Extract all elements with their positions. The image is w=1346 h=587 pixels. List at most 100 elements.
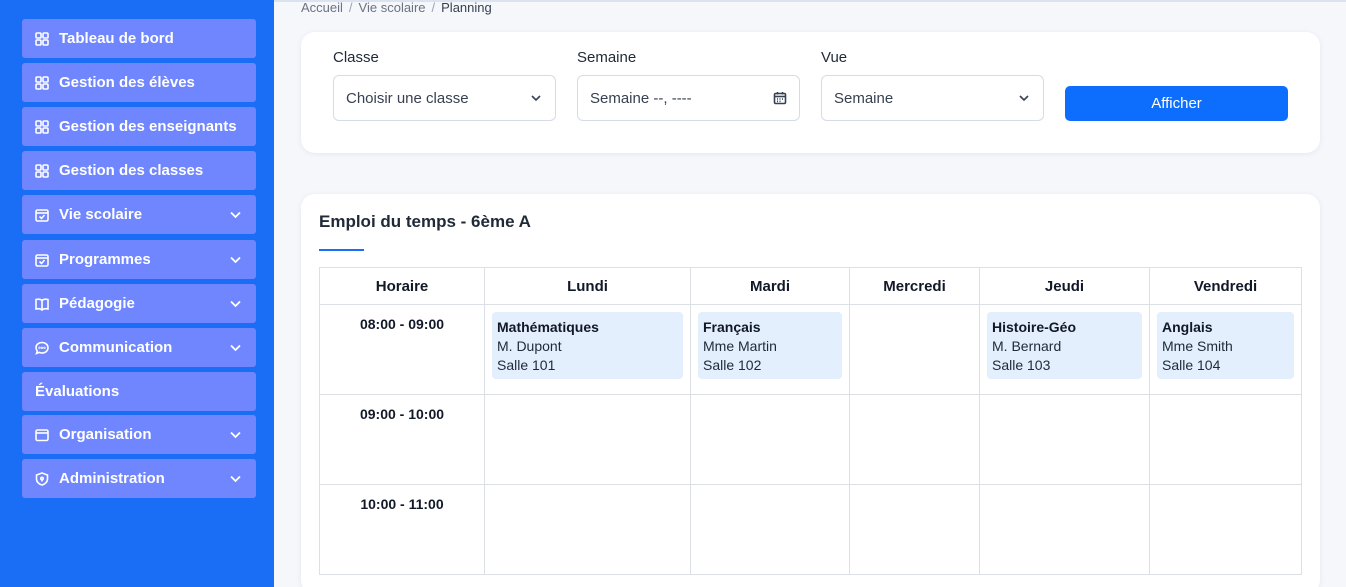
chat-icon (35, 341, 49, 355)
chevron-down-icon (229, 341, 242, 354)
classe-select[interactable]: Choisir une classe (333, 75, 556, 121)
breadcrumb-separator: / (431, 0, 436, 15)
timetable-cell[interactable]: Français Mme Martin Salle 102 (690, 304, 850, 395)
vue-label: Vue (821, 49, 848, 66)
shield-icon (35, 471, 49, 486)
sidebar-item-label: Vie scolaire (59, 206, 143, 223)
timetable-cell-empty[interactable] (484, 394, 691, 485)
timetable-cell[interactable]: Histoire-Géo M. Bernard Salle 103 (979, 304, 1150, 395)
timetable-cell-empty[interactable] (849, 484, 980, 575)
sidebar-item-vie-scolaire[interactable]: Vie scolaire (22, 195, 256, 234)
sidebar-item-programmes[interactable]: Programmes (22, 240, 256, 279)
semaine-input-value: Semaine --, ---- (590, 89, 692, 107)
lesson-room: Salle 104 (1162, 357, 1221, 373)
grid-icon (35, 75, 49, 90)
lesson-teacher: M. Bernard (992, 338, 1062, 354)
table-row: 09:00 - 10:00 (319, 394, 1302, 485)
sidebar-item-tableau-de-bord[interactable]: Tableau de bord (22, 19, 256, 58)
afficher-button[interactable]: Afficher (1065, 86, 1288, 121)
column-header-lundi: Lundi (484, 267, 691, 305)
time-slot: 08:00 - 09:00 (319, 304, 485, 395)
sidebar-item-communication[interactable]: Communication (22, 328, 256, 367)
classe-select-value: Choisir une classe (346, 89, 469, 107)
grid-icon (35, 119, 49, 134)
sidebar-item-pedagogie[interactable]: Pédagogie (22, 284, 256, 323)
chevron-down-icon (1017, 91, 1031, 105)
timetable-cell-empty[interactable] (1149, 484, 1302, 575)
timetable-header-row: Horaire Lundi Mardi Mercredi Jeudi Vendr… (319, 267, 1302, 305)
lesson-teacher: M. Dupont (497, 338, 562, 354)
window-icon (35, 428, 49, 442)
lesson-subject: Français (703, 319, 761, 335)
lesson-subject: Histoire-Géo (992, 319, 1077, 335)
sidebar-item-label: Évaluations (35, 383, 120, 400)
sidebar-item-gestion-classes[interactable]: Gestion des classes (22, 151, 256, 190)
time-slot: 09:00 - 10:00 (319, 394, 485, 485)
lesson-card[interactable]: Histoire-Géo M. Bernard Salle 103 (987, 312, 1142, 379)
chevron-down-icon (229, 428, 242, 441)
sidebar-item-label: Programmes (59, 251, 151, 268)
timetable-cell-empty[interactable] (979, 484, 1150, 575)
sidebar-item-label: Gestion des enseignants (59, 118, 237, 135)
chevron-down-icon (229, 297, 242, 310)
breadcrumb-link-accueil[interactable]: Accueil (301, 0, 343, 15)
timetable-cell-empty[interactable] (979, 394, 1150, 485)
calendar-icon[interactable] (773, 91, 787, 105)
breadcrumb: Accueil / Vie scolaire / Planning (301, 0, 492, 15)
timetable-cell[interactable]: Mathématiques M. Dupont Salle 101 (484, 304, 691, 395)
table-row: 10:00 - 11:00 (319, 484, 1302, 575)
chevron-down-icon (529, 91, 543, 105)
lesson-teacher: Mme Martin (703, 338, 777, 354)
chevron-down-icon (229, 208, 242, 221)
sidebar-item-administration[interactable]: Administration (22, 459, 256, 498)
lesson-room: Salle 102 (703, 357, 762, 373)
lesson-card[interactable]: Mathématiques M. Dupont Salle 101 (492, 312, 683, 379)
sidebar-item-label: Gestion des classes (59, 162, 204, 179)
lesson-room: Salle 103 (992, 357, 1051, 373)
sidebar: Tableau de bord Gestion des élèves Gesti… (0, 0, 274, 587)
vue-select[interactable]: Semaine (821, 75, 1044, 121)
timetable-cell-empty[interactable] (849, 304, 980, 395)
title-underline (319, 249, 364, 251)
table-row: 08:00 - 09:00 Mathématiques M. Dupont Sa… (319, 304, 1302, 395)
sidebar-item-evaluations[interactable]: Évaluations (22, 372, 256, 411)
timetable-cell-empty[interactable] (690, 394, 850, 485)
timetable-cell-empty[interactable] (1149, 394, 1302, 485)
classe-label: Classe (333, 49, 379, 66)
column-header-horaire: Horaire (319, 267, 485, 305)
timetable-title: Emploi du temps - 6ème A (319, 212, 531, 231)
semaine-input[interactable]: Semaine --, ---- (577, 75, 800, 121)
time-slot: 10:00 - 11:00 (319, 484, 485, 575)
chevron-down-icon (229, 253, 242, 266)
lesson-subject: Mathématiques (497, 319, 599, 335)
column-header-mardi: Mardi (690, 267, 850, 305)
sidebar-item-label: Gestion des élèves (59, 74, 195, 91)
breadcrumb-separator: / (348, 0, 353, 15)
sidebar-item-label: Tableau de bord (59, 30, 174, 47)
sidebar-item-organisation[interactable]: Organisation (22, 415, 256, 454)
sidebar-item-label: Organisation (59, 426, 152, 443)
timetable-cell-empty[interactable] (484, 484, 691, 575)
lesson-card[interactable]: Anglais Mme Smith Salle 104 (1157, 312, 1294, 379)
sidebar-item-label: Communication (59, 339, 173, 356)
lesson-room: Salle 101 (497, 357, 556, 373)
sidebar-item-label: Pédagogie (59, 295, 135, 312)
calendar-check-icon (35, 208, 49, 222)
chevron-down-icon (229, 472, 242, 485)
lesson-subject: Anglais (1162, 319, 1213, 335)
timetable-cell[interactable]: Anglais Mme Smith Salle 104 (1149, 304, 1302, 395)
sidebar-item-gestion-enseignants[interactable]: Gestion des enseignants (22, 107, 256, 146)
timetable: Horaire Lundi Mardi Mercredi Jeudi Vendr… (319, 267, 1302, 575)
breadcrumb-link-vie-scolaire[interactable]: Vie scolaire (359, 0, 426, 15)
sidebar-item-label: Administration (59, 470, 165, 487)
column-header-vendredi: Vendredi (1149, 267, 1302, 305)
timetable-cell-empty[interactable] (849, 394, 980, 485)
lesson-card[interactable]: Français Mme Martin Salle 102 (698, 312, 842, 379)
grid-icon (35, 163, 49, 178)
sidebar-item-gestion-eleves[interactable]: Gestion des élèves (22, 63, 256, 102)
column-header-mercredi: Mercredi (849, 267, 980, 305)
semaine-label: Semaine (577, 49, 637, 66)
timetable-cell-empty[interactable] (690, 484, 850, 575)
column-header-jeudi: Jeudi (979, 267, 1150, 305)
grid-icon (35, 31, 49, 46)
